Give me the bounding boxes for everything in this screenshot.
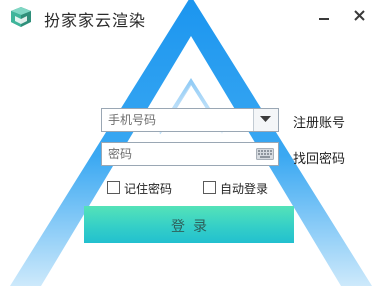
minimize-icon (319, 18, 329, 20)
register-link[interactable]: 注册账号 (293, 112, 345, 131)
minimize-button[interactable] (313, 4, 335, 26)
remember-password-label: 记住密码 (124, 182, 173, 196)
cube-logo-icon (11, 7, 31, 27)
login-button[interactable]: 登录 (84, 206, 294, 243)
close-button[interactable] (349, 4, 371, 26)
auto-login-label: 自动登录 (220, 182, 269, 196)
auto-login-checkbox[interactable] (203, 181, 216, 194)
phone-input[interactable] (102, 109, 278, 131)
title-bar[interactable]: 扮家家云渲染 (0, 0, 383, 36)
phone-field (101, 108, 279, 132)
recover-password-link[interactable]: 找回密码 (293, 148, 345, 167)
app-title: 扮家家云渲染 (44, 11, 147, 30)
password-field (101, 142, 279, 166)
password-input[interactable] (102, 143, 278, 165)
remember-password-checkbox[interactable] (107, 181, 120, 194)
chevron-down-icon (260, 116, 271, 122)
login-window: 扮家家云渲染 手机号码 注册账号 找回密码 记住密码 自动登录 登录 (0, 0, 383, 286)
account-dropdown-button[interactable] (253, 109, 278, 131)
keyboard-icon[interactable] (256, 148, 274, 160)
close-icon (354, 10, 365, 21)
login-button-label: 登录 (171, 218, 215, 234)
